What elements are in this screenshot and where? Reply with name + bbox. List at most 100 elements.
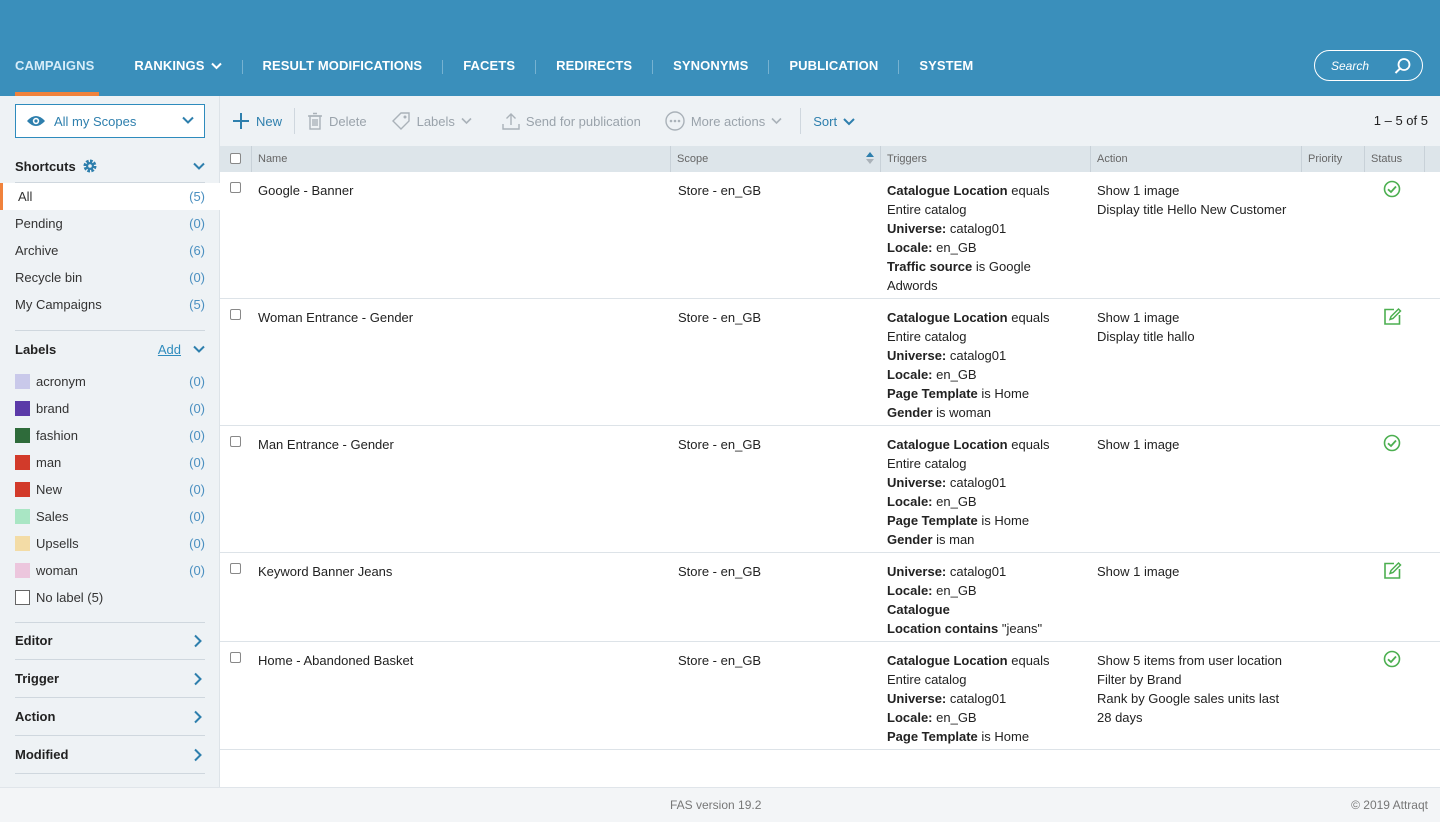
campaign-scope: Store - en_GB <box>678 653 762 668</box>
label-acronym[interactable]: acronym (0) <box>15 368 205 395</box>
filter-editor[interactable]: Editor <box>15 622 205 660</box>
label-woman[interactable]: woman (0) <box>15 557 205 584</box>
shortcut-recycle-bin[interactable]: Recycle bin (0) <box>15 264 205 291</box>
label-brand[interactable]: brand (0) <box>15 395 205 422</box>
divider <box>15 330 205 331</box>
select-all-checkbox[interactable] <box>230 153 241 164</box>
top-header: CAMPAIGNS RANKINGS RESULT MODIFICATIONS … <box>0 0 1440 96</box>
label-swatch <box>15 590 30 605</box>
shortcuts-header[interactable]: Shortcuts <box>15 154 205 178</box>
campaign-actions: Show 1 image Display title Hello New Cus… <box>1097 183 1287 217</box>
label-swatch <box>15 401 30 416</box>
filter-modified[interactable]: Modified <box>15 736 205 774</box>
more-icon <box>665 111 685 131</box>
campaign-scope: Store - en_GB <box>678 564 762 579</box>
chevron-down-icon <box>771 117 782 125</box>
campaign-triggers: Catalogue Location equals Entire catalog… <box>887 437 1050 547</box>
campaign-triggers: Catalogue Location equals Entire catalog… <box>887 183 1050 293</box>
send-for-publication-button[interactable]: Send for publication <box>490 96 653 146</box>
add-label-link[interactable]: Add <box>158 342 181 357</box>
upload-icon <box>502 113 520 130</box>
label-swatch <box>15 509 30 524</box>
column-header-status[interactable]: Status <box>1364 146 1424 172</box>
plus-icon <box>233 113 249 129</box>
edited-icon <box>1383 561 1402 585</box>
campaign-scope: Store - en_GB <box>678 310 762 325</box>
row-checkbox[interactable] <box>230 436 241 447</box>
label-swatch <box>15 563 30 578</box>
label-fashion[interactable]: fashion (0) <box>15 422 205 449</box>
table-row[interactable]: Woman Entrance - Gender Store - en_GB Ca… <box>220 299 1440 426</box>
chevron-right-icon <box>194 748 202 762</box>
campaign-actions: Show 1 image <box>1097 564 1180 579</box>
chevron-down-icon <box>461 117 472 125</box>
nav-system[interactable]: SYSTEM <box>899 56 993 96</box>
table-row[interactable]: Home - Abandoned Basket Store - en_GB Ca… <box>220 642 1440 750</box>
label-sales[interactable]: Sales (0) <box>15 503 205 530</box>
nav-synonyms[interactable]: SYNONYMS <box>653 56 768 96</box>
shortcut-my-campaigns[interactable]: My Campaigns (5) <box>15 291 205 318</box>
column-header-triggers[interactable]: Triggers <box>880 146 1090 172</box>
column-header-action[interactable]: Action <box>1090 146 1301 172</box>
label-new[interactable]: New (0) <box>15 476 205 503</box>
eye-icon <box>27 116 45 126</box>
label-none[interactable]: No label (5) <box>15 584 205 611</box>
tag-icon <box>391 112 410 130</box>
filter-action[interactable]: Action <box>15 698 205 736</box>
table-row[interactable]: Google - Banner Store - en_GB Catalogue … <box>220 172 1440 299</box>
shortcut-archive[interactable]: Archive (6) <box>15 237 205 264</box>
new-button[interactable]: New <box>220 96 294 146</box>
column-header-spacer <box>1424 146 1440 172</box>
more-actions-button[interactable]: More actions <box>653 96 800 146</box>
campaign-name[interactable]: Man Entrance - Gender <box>258 435 394 454</box>
column-header-name[interactable]: Name <box>251 146 670 172</box>
campaign-name[interactable]: Woman Entrance - Gender <box>258 308 413 327</box>
sort-button[interactable]: Sort <box>801 96 873 146</box>
nav-publication[interactable]: PUBLICATION <box>769 56 898 96</box>
toolbar: New Delete Labels Send for publication M… <box>220 96 1440 146</box>
row-checkbox[interactable] <box>230 182 241 193</box>
label-man[interactable]: man (0) <box>15 449 205 476</box>
nav-rankings[interactable]: RANKINGS <box>114 56 241 96</box>
row-checkbox[interactable] <box>230 563 241 574</box>
label-swatch <box>15 428 30 443</box>
chevron-right-icon <box>194 672 202 686</box>
table-row[interactable]: Man Entrance - Gender Store - en_GB Cata… <box>220 426 1440 553</box>
campaign-actions: Show 5 items from user location Filter b… <box>1097 653 1282 725</box>
chevron-right-icon <box>194 634 202 648</box>
nav-campaigns[interactable]: CAMPAIGNS <box>0 56 114 96</box>
campaign-triggers: Catalogue Location equals Entire catalog… <box>887 653 1050 744</box>
row-checkbox[interactable] <box>230 652 241 663</box>
shortcut-all[interactable]: All (5) <box>0 183 220 210</box>
filter-trigger[interactable]: Trigger <box>15 660 205 698</box>
chevron-down-icon[interactable] <box>193 161 205 171</box>
pagination-info: 1 – 5 of 5 <box>1373 113 1428 128</box>
nav-facets[interactable]: FACETS <box>443 56 535 96</box>
scope-select[interactable]: All my Scopes <box>15 104 205 138</box>
nav-result-modifications[interactable]: RESULT MODIFICATIONS <box>243 56 443 96</box>
shortcut-pending[interactable]: Pending (0) <box>15 210 205 237</box>
column-header-priority[interactable]: Priority <box>1301 146 1364 172</box>
chevron-right-icon <box>194 710 202 724</box>
campaign-name[interactable]: Home - Abandoned Basket <box>258 651 413 670</box>
gear-icon[interactable] <box>82 158 98 174</box>
nav-redirects[interactable]: REDIRECTS <box>536 56 652 96</box>
delete-button[interactable]: Delete <box>295 96 379 146</box>
search-input[interactable]: Search <box>1314 50 1423 81</box>
chevron-down-icon[interactable] <box>193 344 205 354</box>
footer: FAS version 19.2 © 2019 Attraqt <box>0 787 1440 822</box>
labels-button[interactable]: Labels <box>379 96 490 146</box>
label-upsells[interactable]: Upsells (0) <box>15 530 205 557</box>
campaign-triggers: Universe: catalog01 Locale: en_GB Catalo… <box>887 564 1043 636</box>
published-icon <box>1383 434 1401 457</box>
table-row[interactable]: Keyword Banner Jeans Store - en_GB Unive… <box>220 553 1440 642</box>
column-header-scope[interactable]: Scope <box>670 146 880 172</box>
campaign-name[interactable]: Google - Banner <box>258 181 353 200</box>
label-swatch <box>15 374 30 389</box>
chevron-down-icon <box>843 117 855 125</box>
campaign-name[interactable]: Keyword Banner Jeans <box>258 562 392 581</box>
search-icon <box>1394 58 1411 74</box>
row-checkbox[interactable] <box>230 309 241 320</box>
sidebar: All my Scopes Shortcuts All (5) Pending (0… <box>0 96 220 787</box>
labels-header[interactable]: Labels Add <box>15 337 205 361</box>
